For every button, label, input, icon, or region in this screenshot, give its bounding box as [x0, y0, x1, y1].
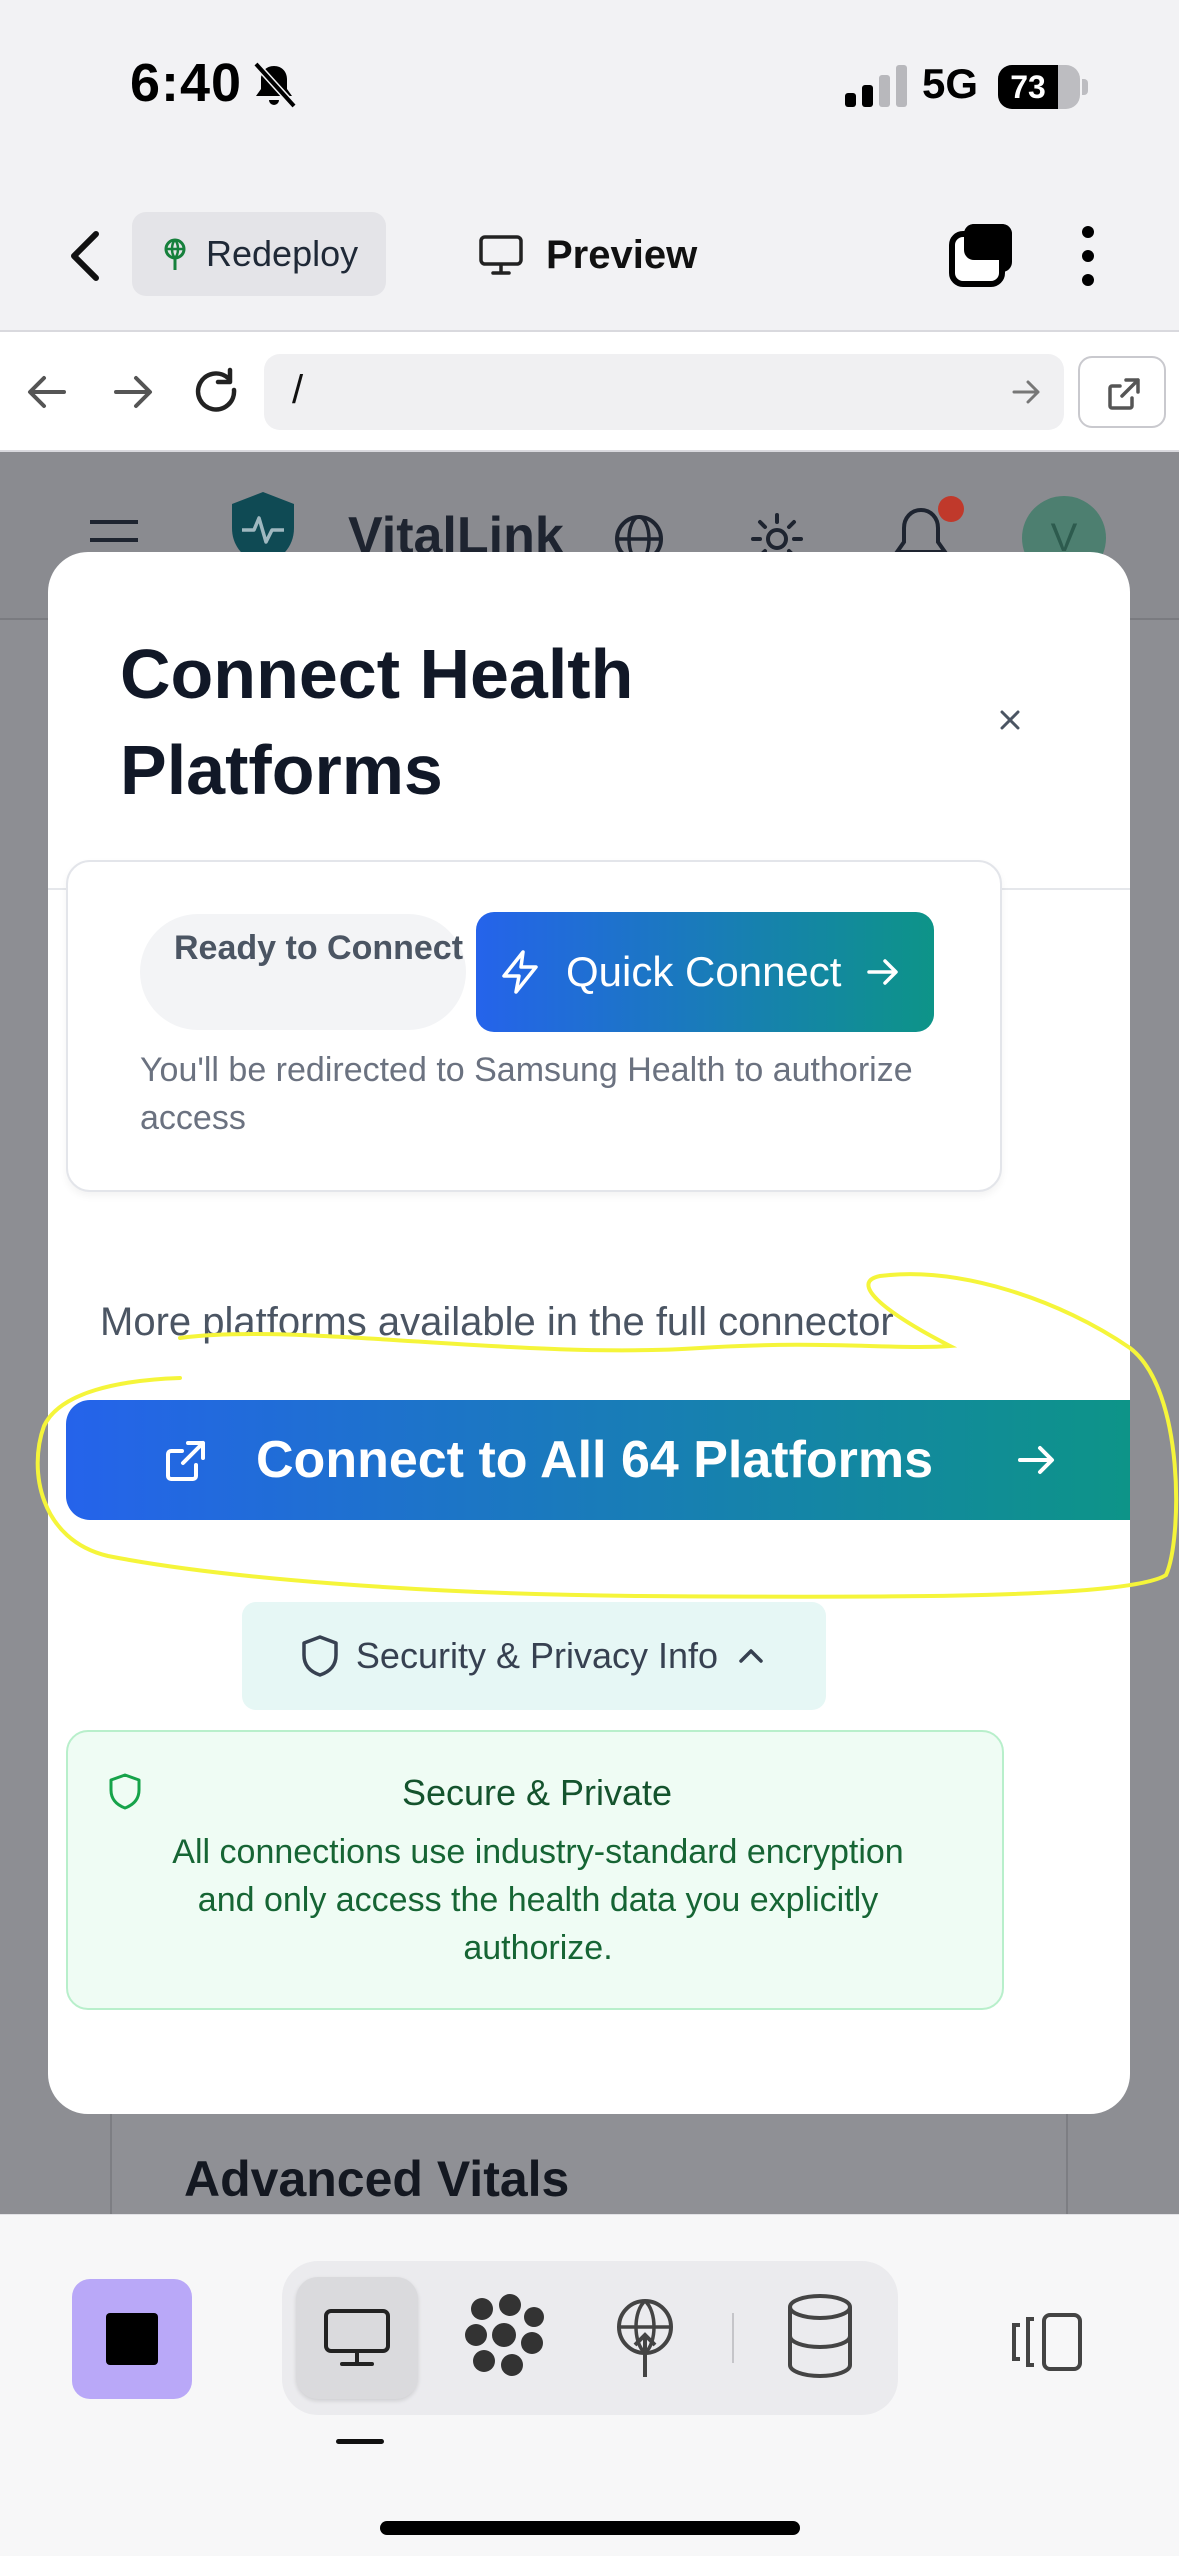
back-chevron-icon[interactable] [60, 226, 110, 286]
url-input[interactable]: / [264, 354, 1064, 430]
stop-button[interactable] [72, 2279, 192, 2399]
battery-nub [1082, 79, 1088, 95]
deploy-icon [617, 2299, 673, 2377]
quick-connect-label: Quick Connect [566, 948, 842, 995]
arrow-right-icon [867, 959, 899, 985]
shield-icon [302, 1635, 338, 1677]
close-icon[interactable] [992, 702, 1028, 738]
home-indicator[interactable] [380, 2521, 800, 2535]
connect-all-platforms-button[interactable]: Connect to All 64 Platforms [66, 1400, 1130, 1520]
more-platforms-text: More platforms available in the full con… [100, 1300, 894, 1344]
lightning-icon [502, 950, 538, 994]
background-section-title: Advanced Vitals [184, 2151, 570, 2207]
quick-connect-button[interactable]: Quick Connect [476, 912, 934, 1032]
database-icon [788, 2294, 852, 2379]
more-vertical-icon[interactable] [1068, 224, 1108, 288]
agents-cluster-icon [465, 2294, 544, 2376]
redeploy-button[interactable]: Redeploy [132, 212, 386, 296]
secure-title: Secure & Private [401, 1772, 673, 1813]
chevron-up-icon [739, 1649, 763, 1663]
tabs-icon[interactable] [948, 220, 1016, 288]
bottom-toolbar [0, 2214, 1179, 2556]
modal-body: Ready to Connect Quick Connect You'll be… [48, 860, 1130, 2114]
cellular-signal-icon [845, 65, 907, 107]
preview-tab[interactable]: Preview [478, 220, 697, 290]
tool-desktop-preview[interactable] [296, 2277, 418, 2399]
security-toggle-label: Security & Privacy Info [355, 1635, 719, 1676]
redirect-note: You'll be redirected to Samsung Health t… [140, 1051, 913, 1137]
status-time: 6:40 [130, 53, 243, 113]
external-link-icon [1108, 378, 1140, 410]
stop-icon [106, 2313, 158, 2365]
panel-toggle-icon[interactable] [1008, 2311, 1084, 2373]
connect-all-label: Connect to All 64 Platforms [256, 1431, 934, 1489]
notification-dot [938, 496, 964, 522]
network-type: 5G [922, 60, 979, 107]
app-toolbar: Redeploy Preview [0, 180, 1179, 332]
deploy-icon [164, 238, 186, 270]
connect-platforms-modal: Connect Health Platforms Ready to Connec… [48, 552, 1130, 2114]
security-privacy-toggle[interactable]: Security & Privacy Info [242, 1602, 826, 1710]
go-arrow-icon[interactable] [1006, 372, 1046, 412]
monitor-icon [324, 2309, 390, 2366]
external-link-icon [166, 1441, 205, 1481]
reload-icon[interactable] [188, 364, 244, 420]
tool-deploy[interactable] [600, 2291, 690, 2381]
preview-label: Preview [546, 232, 698, 277]
url-bar: / [0, 332, 1179, 452]
status-badge: Ready to Connect [140, 914, 466, 1030]
tool-divider [732, 2313, 734, 2363]
arrow-right-icon [1018, 1446, 1054, 1474]
redeploy-label: Redeploy [206, 233, 359, 274]
active-tab-indicator [336, 2439, 384, 2444]
bell-slash-icon [253, 61, 297, 109]
secure-description: All connections use industry-standard en… [172, 1833, 904, 1967]
tool-database[interactable] [780, 2291, 860, 2381]
monitor-icon [479, 235, 523, 275]
open-in-new-tab-button[interactable] [1078, 356, 1166, 428]
secure-private-notice: Secure & Private All connections use ind… [66, 1730, 1004, 2010]
modal-title: Connect Health Platforms [120, 635, 634, 809]
battery-icon: 73 [998, 65, 1080, 109]
status-bar: 6:40 5G 73 [0, 0, 1179, 180]
modal-header: Connect Health Platforms [48, 552, 1130, 890]
platform-card: Ready to Connect Quick Connect You'll be… [66, 860, 1002, 1192]
tool-ai-agents[interactable] [460, 2291, 550, 2381]
status-badge-label: Ready to Connect [174, 929, 464, 967]
battery-percent: 73 [1010, 69, 1046, 105]
url-text: / [292, 368, 304, 412]
arrow-left-icon[interactable] [20, 364, 76, 420]
arrow-right-icon[interactable] [104, 364, 160, 420]
tool-switcher [282, 2261, 898, 2415]
